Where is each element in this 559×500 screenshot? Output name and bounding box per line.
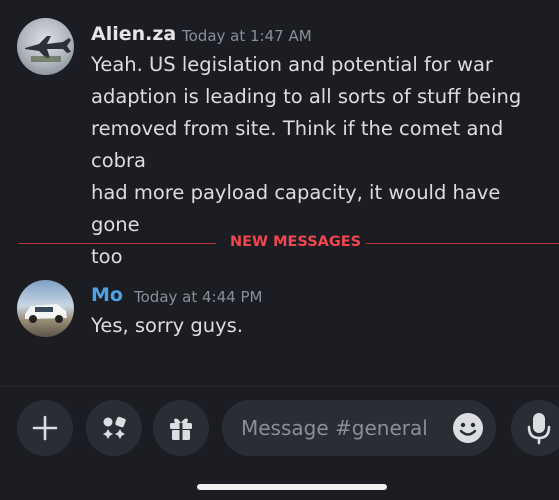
message-timestamp: Today at 1:47 AM <box>182 27 312 45</box>
message-body: Yes, sorry guys. <box>91 314 244 337</box>
message-timestamp: Today at 4:44 PM <box>134 288 263 306</box>
car-avatar-image <box>25 304 67 323</box>
plus-icon <box>32 415 58 441</box>
gift-button[interactable] <box>153 400 209 456</box>
apps-button[interactable] <box>86 400 142 456</box>
add-attachment-button[interactable] <box>17 400 73 456</box>
home-indicator[interactable] <box>197 484 387 490</box>
message-input-placeholder: Message #general <box>241 416 428 440</box>
gift-icon <box>170 418 192 440</box>
divider-line-right <box>366 243 559 244</box>
author-name[interactable]: Alien.za <box>91 23 176 45</box>
microphone-icon <box>511 400 559 456</box>
voice-message-button[interactable] <box>511 400 559 456</box>
divider-line-left <box>18 243 216 244</box>
apps-icon <box>103 416 126 439</box>
avatar[interactable] <box>17 18 74 75</box>
author-name[interactable]: Mo <box>91 284 123 306</box>
message-input[interactable]: Message #general <box>222 400 496 456</box>
jet-avatar-image <box>25 36 71 62</box>
new-messages-divider: NEW MESSAGES <box>18 234 559 250</box>
emoji-icon[interactable] <box>452 412 484 444</box>
avatar[interactable] <box>17 280 74 337</box>
composer-separator <box>0 386 559 387</box>
new-messages-label: NEW MESSAGES <box>230 234 362 250</box>
